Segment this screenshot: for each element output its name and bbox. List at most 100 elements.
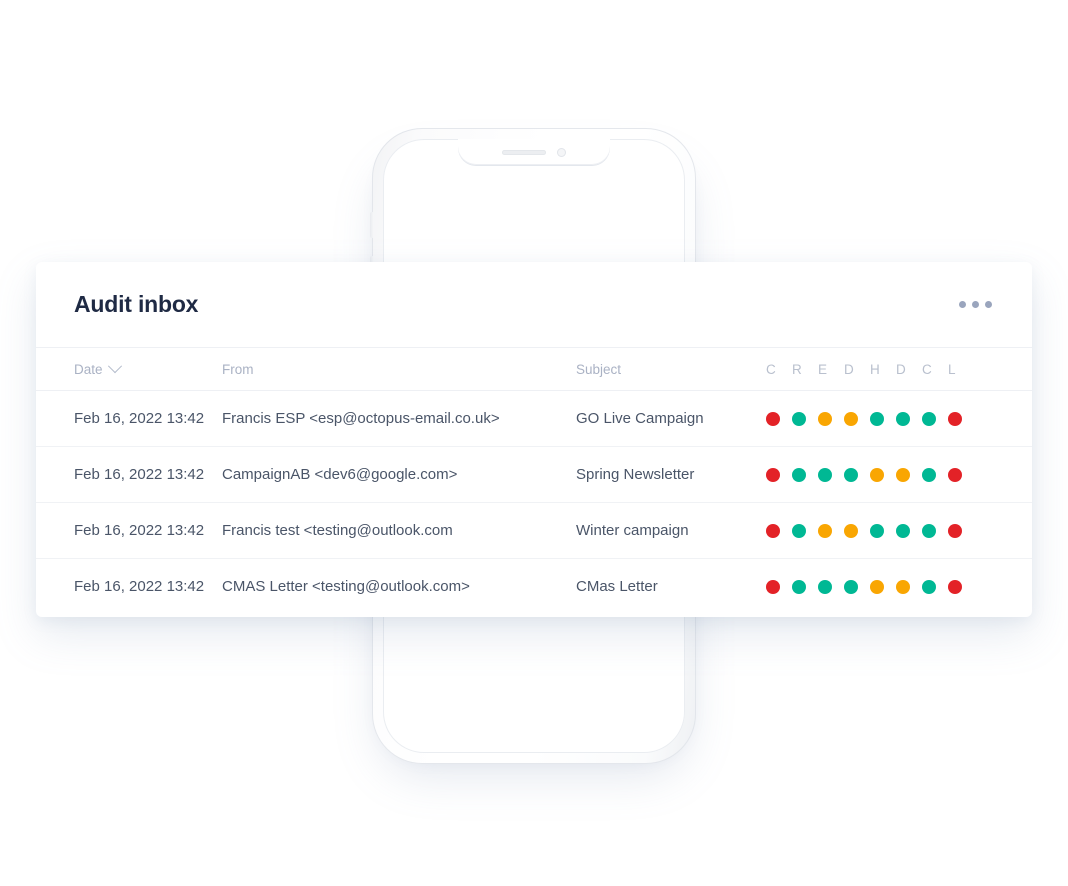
status-dot-red[interactable]	[948, 412, 962, 427]
status-dot-orange[interactable]	[844, 412, 858, 427]
status-dot-cell	[792, 559, 818, 615]
status-dot-teal[interactable]	[818, 468, 832, 483]
status-dot-cell	[922, 391, 948, 447]
phone-mute-switch	[370, 212, 374, 238]
status-dot-cell	[896, 391, 922, 447]
status-dot-teal[interactable]	[922, 524, 936, 539]
status-dot-cell	[844, 391, 870, 447]
status-dot-red[interactable]	[948, 580, 962, 595]
status-dot-cell	[922, 559, 948, 615]
status-dot-teal[interactable]	[896, 524, 910, 539]
kebab-menu-icon[interactable]	[957, 293, 994, 316]
cell-spacer	[974, 447, 1032, 503]
status-dot-cell	[792, 503, 818, 559]
chevron-down-icon[interactable]	[107, 359, 122, 374]
status-dot-teal[interactable]	[922, 580, 936, 595]
table-header-row: Date From Subject C R E D H D C L	[36, 347, 1032, 391]
cell-spacer	[974, 503, 1032, 559]
status-dot-teal[interactable]	[922, 468, 936, 483]
status-dot-teal[interactable]	[792, 524, 806, 539]
status-dot-teal[interactable]	[792, 412, 806, 427]
status-dot-teal[interactable]	[896, 412, 910, 427]
front-camera-icon	[557, 147, 566, 157]
status-dot-cell	[870, 559, 896, 615]
cell-date: Feb 16, 2022 13:42	[74, 410, 205, 427]
status-dot-orange[interactable]	[896, 580, 910, 595]
cell-subject: Winter campaign	[576, 522, 689, 539]
cell-subject: GO Live Campaign	[576, 410, 704, 427]
status-dot-cell	[792, 391, 818, 447]
status-dot-cell	[792, 447, 818, 503]
cell-from: Francis test <testing@outlook.com	[222, 522, 453, 539]
cell-date: Feb 16, 2022 13:42	[74, 578, 205, 596]
column-header-status-0[interactable]: C	[766, 347, 792, 391]
status-dot-cell	[818, 447, 844, 503]
column-header-status-4[interactable]: H	[870, 347, 896, 391]
table-row[interactable]: Feb 16, 2022 13:42 Francis ESP <esp@octop…	[36, 391, 1032, 447]
column-header-status-2[interactable]: E	[818, 347, 844, 391]
status-dot-teal[interactable]	[844, 580, 858, 595]
status-dot-teal[interactable]	[870, 524, 884, 539]
audit-inbox-card: Audit inbox Date From Subject C R E D H …	[36, 262, 1032, 617]
column-header-date[interactable]: Date	[36, 347, 222, 391]
status-dot-orange[interactable]	[818, 524, 832, 539]
status-dot-orange[interactable]	[896, 468, 910, 483]
table-body: Feb 16, 2022 13:42 Francis ESP <esp@octop…	[36, 391, 1032, 615]
column-header-status-6[interactable]: C	[922, 347, 948, 391]
cell-date: Feb 16, 2022 13:42	[74, 466, 205, 483]
table-row[interactable]: Feb 16, 2022 13:42 Francis test <testing@…	[36, 503, 1032, 559]
status-dot-cell	[766, 391, 792, 447]
column-header-from[interactable]: From	[222, 347, 576, 391]
table-row[interactable]: Feb 16, 2022 13:42 CampaignAB <dev6@googl…	[36, 447, 1032, 503]
column-header-subject[interactable]: Subject	[576, 347, 766, 391]
status-dot-teal[interactable]	[870, 412, 884, 427]
cell-spacer	[974, 559, 1032, 615]
column-header-spacer	[974, 347, 1032, 391]
cell-subject: CMas Letter	[576, 578, 658, 596]
status-dot-teal[interactable]	[844, 468, 858, 483]
status-dot-cell	[766, 447, 792, 503]
column-header-status-5[interactable]: D	[896, 347, 922, 391]
status-dot-cell	[948, 391, 974, 447]
status-dot-cell	[896, 559, 922, 615]
kebab-dot	[985, 301, 992, 308]
status-dot-red[interactable]	[766, 468, 780, 483]
kebab-dot	[959, 301, 966, 308]
phone-notch	[458, 139, 610, 165]
cell-from: CampaignAB <dev6@google.com>	[222, 466, 458, 483]
cell-subject: Spring Newsletter	[576, 466, 695, 483]
status-dot-cell	[922, 447, 948, 503]
status-dot-orange[interactable]	[870, 468, 884, 483]
status-dot-cell	[948, 559, 974, 615]
status-dot-teal[interactable]	[818, 580, 832, 595]
status-dot-orange[interactable]	[818, 412, 832, 427]
column-header-status-7[interactable]: L	[948, 347, 974, 391]
status-dot-red[interactable]	[766, 580, 780, 595]
status-dot-teal[interactable]	[922, 412, 936, 427]
status-dot-red[interactable]	[766, 412, 780, 427]
status-dot-red[interactable]	[948, 524, 962, 539]
speaker-grille-icon	[502, 149, 546, 155]
status-dot-orange[interactable]	[844, 524, 858, 539]
status-dot-orange[interactable]	[870, 580, 884, 595]
cell-from: Francis ESP <esp@octopus-email.co.uk>	[222, 410, 500, 427]
status-dot-cell	[844, 447, 870, 503]
status-dot-red[interactable]	[766, 524, 780, 539]
status-dot-cell	[870, 447, 896, 503]
column-header-status-3[interactable]: D	[844, 347, 870, 391]
status-dot-cell	[766, 559, 792, 615]
status-dot-cell	[948, 447, 974, 503]
card-header: Audit inbox	[36, 262, 1032, 347]
status-dot-teal[interactable]	[792, 468, 806, 483]
page-title: Audit inbox	[74, 291, 199, 317]
status-dot-red[interactable]	[948, 468, 962, 483]
audit-inbox-table: Date From Subject C R E D H D C L Feb 16…	[36, 347, 1032, 615]
status-dot-cell	[818, 391, 844, 447]
kebab-dot	[972, 301, 979, 308]
status-dot-cell	[818, 503, 844, 559]
table-row[interactable]: Feb 16, 2022 13:42 CMAS Letter <testing@o…	[36, 559, 1032, 615]
status-dot-cell	[870, 391, 896, 447]
column-header-status-1[interactable]: R	[792, 347, 818, 391]
status-dot-cell	[818, 559, 844, 615]
status-dot-teal[interactable]	[792, 580, 806, 595]
